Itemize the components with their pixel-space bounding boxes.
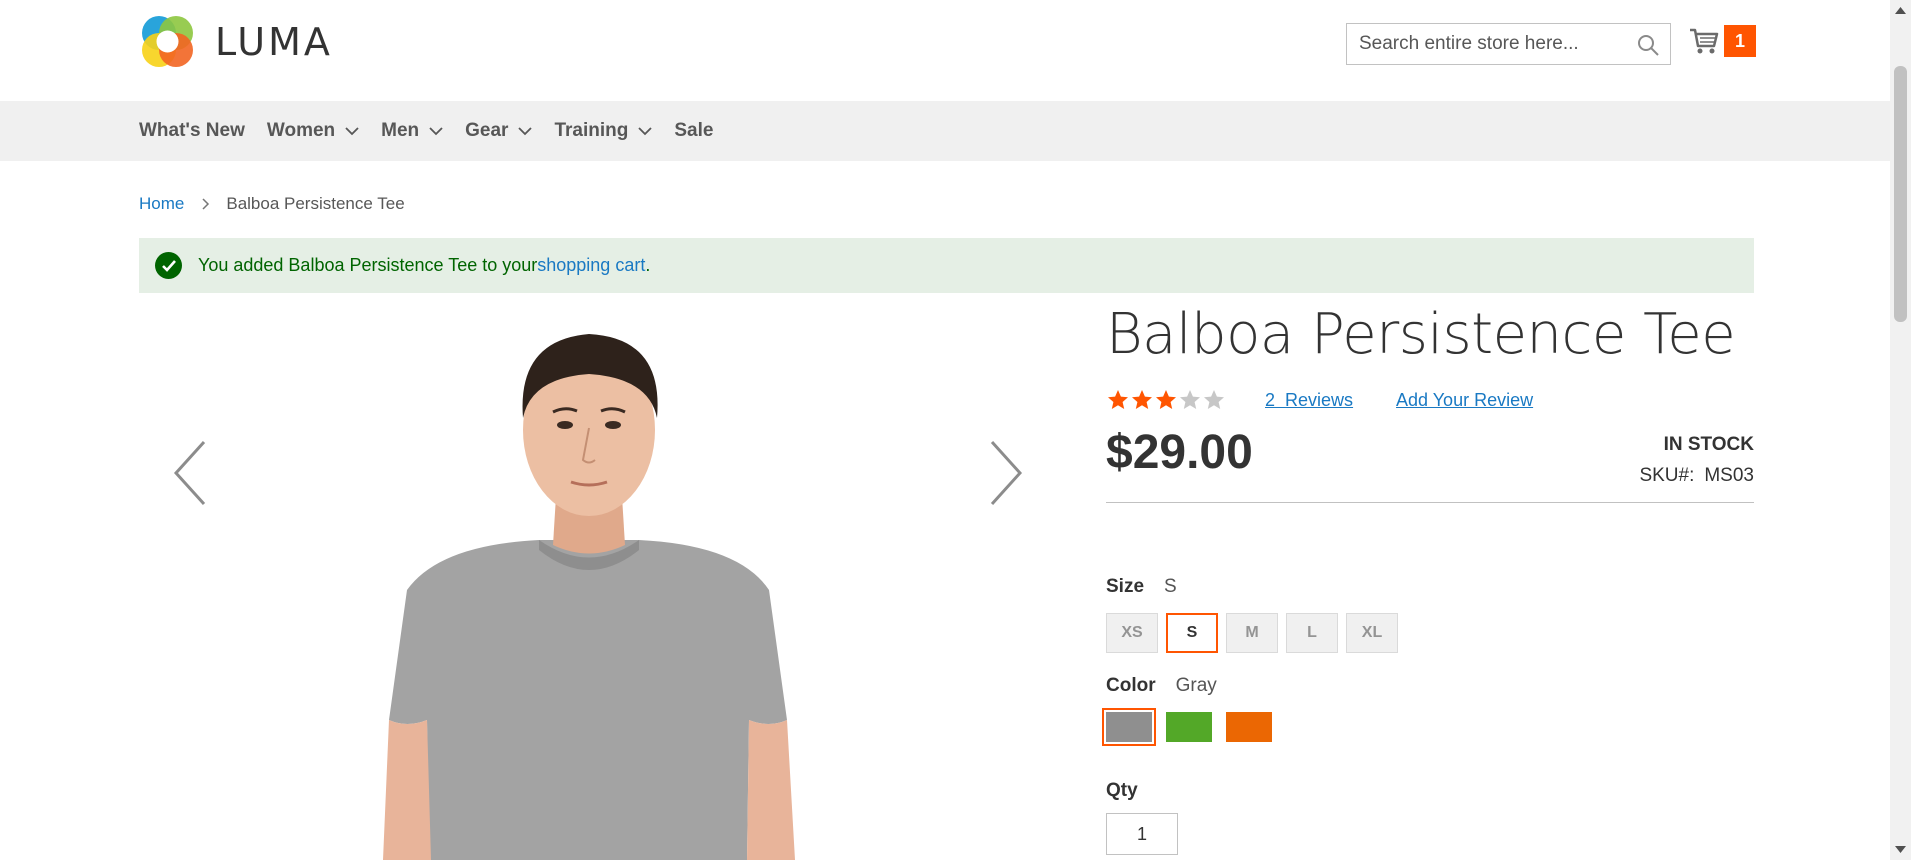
- message-suffix: .: [645, 255, 651, 275]
- gallery-next-arrow-icon[interactable]: [986, 438, 1026, 508]
- sku: SKU#: MS03: [1639, 465, 1754, 487]
- product-image: [383, 334, 795, 860]
- shopping-cart-link[interactable]: shopping cart: [537, 255, 645, 276]
- chevron-down-icon: [518, 127, 533, 136]
- size-option-m[interactable]: M: [1226, 613, 1278, 653]
- qty-input[interactable]: [1106, 813, 1178, 855]
- checkmark-icon: [155, 252, 182, 279]
- logo[interactable]: LUMA: [139, 13, 333, 70]
- reviews-link[interactable]: 2 Reviews: [1265, 390, 1353, 411]
- gallery-prev-arrow-icon[interactable]: [170, 438, 210, 508]
- main-nav: What's New Women Men Gear Training Sale: [0, 101, 1890, 161]
- page-scrollbar[interactable]: [1890, 0, 1911, 860]
- breadcrumb-current: Balboa Persistence Tee: [226, 194, 405, 213]
- search-box: [1346, 23, 1671, 65]
- cart-count-badge: 1: [1724, 25, 1756, 57]
- size-option-xl[interactable]: XL: [1346, 613, 1398, 653]
- size-options: XS S M L XL: [1106, 612, 1406, 654]
- star-filled-icon: [1132, 390, 1152, 409]
- scrollbar-thumb[interactable]: [1894, 66, 1907, 322]
- nav-item-label: Men: [381, 120, 420, 141]
- page: LUMA 1 What's New Women Men: [0, 0, 1911, 860]
- color-selected-value: Gray: [1175, 675, 1217, 696]
- scroll-up-arrow-icon[interactable]: [1895, 6, 1906, 14]
- chevron-right-icon: [202, 198, 210, 210]
- star-empty-icon: [1180, 390, 1200, 409]
- size-attribute: Size S: [1106, 576, 1177, 598]
- size-option-s[interactable]: S: [1165, 612, 1219, 654]
- size-option-xs[interactable]: XS: [1106, 613, 1158, 653]
- breadcrumb-home-link[interactable]: Home: [139, 194, 184, 214]
- add-review-link[interactable]: Add Your Review: [1396, 390, 1533, 411]
- chevron-down-icon: [638, 127, 652, 136]
- luma-logo-icon: [142, 16, 193, 67]
- search-input[interactable]: [1347, 33, 1627, 55]
- star-empty-icon: [1204, 390, 1224, 409]
- star-filled-icon: [1108, 390, 1128, 409]
- nav-item-gear[interactable]: Gear: [465, 120, 533, 142]
- cart-icon[interactable]: [1688, 25, 1720, 57]
- minicart[interactable]: 1: [1688, 25, 1756, 57]
- size-label: Size: [1106, 576, 1145, 597]
- message-text: You added Balboa Persistence Tee to your: [198, 255, 538, 275]
- product-gallery[interactable]: [139, 300, 1039, 860]
- qty-label: Qty: [1106, 780, 1138, 801]
- reviews-label: Reviews: [1285, 390, 1354, 410]
- rating-stars: [1106, 388, 1226, 412]
- chevron-down-icon: [345, 127, 359, 136]
- breadcrumb: Home Balboa Persistence Tee: [139, 194, 405, 214]
- color-attribute: Color Gray: [1106, 675, 1217, 697]
- nav-item-training[interactable]: Training: [554, 120, 652, 142]
- chevron-down-icon: [429, 127, 443, 136]
- reviews-count: 2: [1265, 390, 1276, 410]
- logo-text: LUMA: [215, 19, 333, 64]
- color-swatch-gray[interactable]: [1102, 708, 1156, 746]
- stock-status: IN STOCK: [1663, 434, 1754, 455]
- color-swatch-orange[interactable]: [1226, 712, 1272, 742]
- nav-item-label: Sale: [674, 120, 714, 141]
- color-swatch-green[interactable]: [1166, 712, 1212, 742]
- product-title: Balboa Persistence Tee: [1106, 302, 1736, 367]
- sku-value: MS03: [1704, 465, 1754, 486]
- nav-item-whats-new[interactable]: What's New: [139, 120, 245, 142]
- nav-item-label: What's New: [139, 120, 245, 141]
- nav-item-men[interactable]: Men: [381, 120, 443, 142]
- nav-item-sale[interactable]: Sale: [674, 120, 713, 142]
- sku-label: SKU#:: [1639, 465, 1695, 486]
- nav-item-women[interactable]: Women: [267, 120, 359, 142]
- star-filled-icon: [1156, 390, 1176, 409]
- size-selected-value: S: [1164, 576, 1177, 597]
- color-label: Color: [1106, 675, 1156, 696]
- success-message: You added Balboa Persistence Tee to your…: [139, 238, 1754, 293]
- size-option-l[interactable]: L: [1286, 613, 1338, 653]
- search-icon[interactable]: [1636, 33, 1660, 57]
- divider: [1106, 502, 1754, 503]
- color-options: [1102, 708, 1286, 746]
- nav-item-label: Women: [266, 120, 336, 141]
- product-price: $29.00: [1106, 426, 1253, 479]
- nav-item-label: Training: [554, 120, 629, 141]
- scroll-down-arrow-icon[interactable]: [1895, 846, 1906, 854]
- nav-item-label: Gear: [465, 120, 509, 141]
